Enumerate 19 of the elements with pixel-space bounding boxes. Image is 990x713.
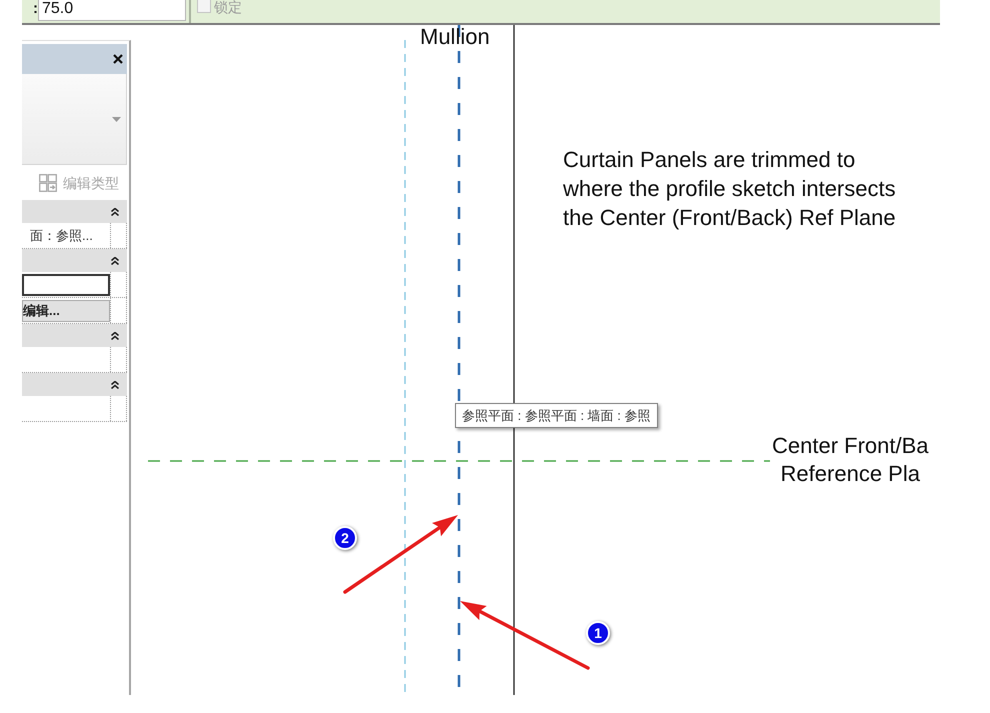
- collapse-icon[interactable]: [111, 332, 119, 340]
- annotation-note: Curtain Panels are trimmed to where the profile sketch intersects the Center (Front/Back) Ref Plane: [563, 146, 896, 232]
- property-value: 面：参照...: [29, 228, 93, 244]
- offset-label: :: [32, 0, 38, 18]
- property-input[interactable]: [22, 274, 110, 296]
- collapse-icon[interactable]: [111, 208, 119, 216]
- offset-field[interactable]: 75.0: [38, 0, 186, 21]
- plane-label: Center Front/Ba Reference Pla: [772, 432, 929, 488]
- edit-type-icon: [39, 174, 57, 192]
- caret-icon: [112, 116, 121, 122]
- lock-label: 锁定: [214, 0, 242, 14]
- edit-button[interactable]: 编辑...: [22, 300, 110, 322]
- number-badge: 2: [333, 526, 357, 550]
- collapse-icon[interactable]: [111, 256, 119, 264]
- collapse-icon[interactable]: [111, 380, 119, 388]
- tooltip: 参照平面 : 参照平面 : 墙面 : 参照: [455, 403, 658, 428]
- number-badge: 1: [586, 621, 610, 645]
- close-icon[interactable]: [113, 54, 123, 64]
- mullion-label: Mullion: [420, 25, 490, 49]
